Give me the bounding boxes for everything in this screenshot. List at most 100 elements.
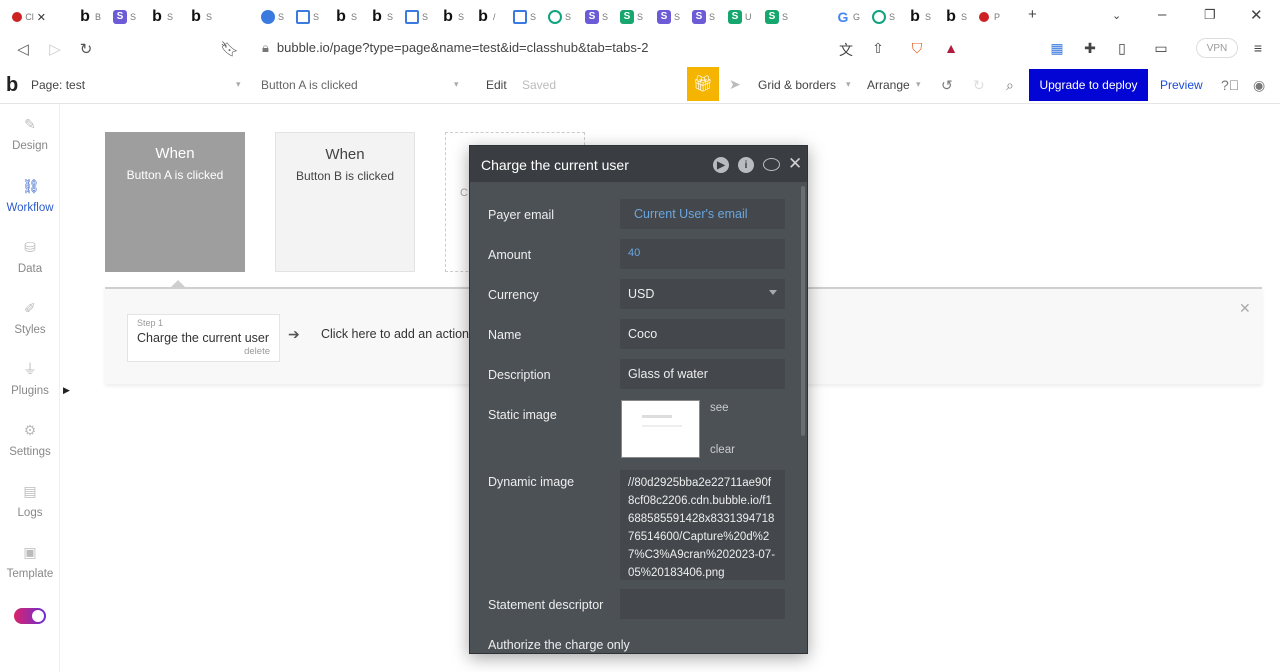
currency-dropdown[interactable]: USD <box>620 279 785 309</box>
sidebar-item-design[interactable]: ✎ Design <box>0 116 60 154</box>
dynamic-image-field[interactable]: //80d2925bba2e22711ae90f8cf08c2206.cdn.b… <box>620 470 785 580</box>
page-caret-icon[interactable]: ▾ <box>236 79 241 90</box>
browser-tab[interactable]: S <box>296 7 330 27</box>
static-image-see-link[interactable]: see <box>710 402 729 414</box>
step-delete-link[interactable]: delete <box>244 346 270 357</box>
info-icon[interactable]: i <box>738 157 754 173</box>
mode-toggle[interactable] <box>14 608 46 624</box>
undo-icon[interactable]: ↺ <box>941 77 953 94</box>
browser-tab[interactable]: SS <box>620 7 654 27</box>
browser-tab[interactable]: S <box>261 7 295 27</box>
bookmark-icon[interactable]: 🔖︎ <box>220 40 239 58</box>
browser-tab[interactable]: Cl ✕ <box>12 7 46 27</box>
step-number: Step 1 <box>137 318 164 328</box>
forward-icon[interactable]: ▷ <box>46 40 64 58</box>
browser-tab[interactable]: SU <box>728 7 762 27</box>
comment-icon[interactable] <box>763 158 780 171</box>
new-tab-button[interactable]: + <box>1028 6 1037 23</box>
window-close-icon[interactable]: ✕ <box>1250 6 1263 24</box>
workflow-caret-icon[interactable]: ▾ <box>454 79 459 90</box>
sidebar-item-workflow[interactable]: ⛓ Workflow <box>0 178 60 216</box>
statement-descriptor-field[interactable] <box>620 589 785 619</box>
upgrade-to-deploy-button[interactable]: Upgrade to deploy <box>1029 69 1148 101</box>
share-icon[interactable]: ⇧ <box>869 40 887 58</box>
extensions-puzzle-icon[interactable]: ✚ <box>1081 40 1099 58</box>
browser-tab[interactable]: SS <box>113 7 147 27</box>
browser-menu-icon[interactable]: ≡ <box>1249 40 1267 58</box>
redo-icon[interactable]: ↻ <box>973 77 985 94</box>
sidebar-item-template[interactable]: ▣ Template <box>0 544 60 582</box>
sidebar-item-plugins[interactable]: ⏚ Plugins <box>0 361 60 399</box>
wallet-icon[interactable]: ▭ <box>1152 40 1170 58</box>
account-icon[interactable]: ◉ <box>1253 77 1265 94</box>
page-selector[interactable]: Page: test <box>31 78 85 92</box>
browser-tab[interactable]: SS <box>585 7 619 27</box>
minimize-icon[interactable]: – <box>1158 6 1166 23</box>
sidebar-expand-icon[interactable]: ▶ <box>63 385 70 396</box>
tab-title: P <box>994 12 1001 22</box>
browser-tab[interactable]: b / <box>476 7 510 27</box>
browser-tab[interactable]: SS <box>765 7 799 27</box>
workflow-selector[interactable]: Button A is clicked <box>261 78 358 92</box>
browser-tab[interactable]: S <box>513 7 547 27</box>
reload-icon[interactable]: ↻ <box>77 40 95 58</box>
editor-scrollbar[interactable] <box>801 186 805 436</box>
browser-tab[interactable]: bS <box>189 7 223 27</box>
gift-icon[interactable]: 🎁︎ <box>687 67 719 101</box>
browser-tab[interactable]: bS <box>908 7 942 27</box>
browser-tab[interactable]: P <box>977 7 1011 27</box>
browser-tab[interactable]: S <box>405 7 439 27</box>
close-tab-icon[interactable]: ✕ <box>37 11 46 24</box>
static-image-thumbnail[interactable] <box>621 400 700 458</box>
browser-tab[interactable]: GG <box>836 7 870 27</box>
sidebar-toggle-icon[interactable]: ▯ <box>1113 40 1131 58</box>
play-icon[interactable]: ▶ <box>713 157 729 173</box>
brave-shield-icon[interactable]: ⛉ <box>908 40 926 58</box>
search-icon[interactable]: ⌕ <box>1006 77 1014 94</box>
editor-close-icon[interactable]: ✕ <box>788 154 802 174</box>
preview-button[interactable]: Preview <box>1160 78 1203 92</box>
browser-tab[interactable]: SS <box>692 7 726 27</box>
help-icon[interactable]: ?⃝ <box>1221 77 1239 93</box>
arrange-caret-icon[interactable]: ▾ <box>916 79 921 90</box>
sidebar-item-settings[interactable]: ⚙ Settings <box>0 422 60 460</box>
translate-icon[interactable]: 文 <box>837 40 855 58</box>
back-icon[interactable]: ◁ <box>14 40 32 58</box>
sidebar-item-styles[interactable]: ✐ Styles <box>0 300 60 338</box>
address-bar[interactable]: 🔒︎ bubble.io/page?type=page&name=test&id=… <box>262 40 648 56</box>
sidebar-item-data[interactable]: ⛁ Data <box>0 239 60 277</box>
edit-menu[interactable]: Edit <box>486 78 507 92</box>
grid-caret-icon[interactable]: ▾ <box>846 79 851 90</box>
description-field[interactable]: Glass of water <box>620 359 785 389</box>
browser-tab[interactable]: bS <box>334 7 368 27</box>
arrange-menu[interactable]: Arrange <box>867 78 910 92</box>
browser-tab[interactable]: bS <box>370 7 404 27</box>
static-image-clear-link[interactable]: clear <box>710 444 735 456</box>
sidebar-item-logs[interactable]: ▤ Logs <box>0 483 60 521</box>
panel-close-icon[interactable]: ✕ <box>1239 300 1251 317</box>
amount-field[interactable]: 40 <box>620 239 785 269</box>
browser-tab[interactable]: bS <box>441 7 475 27</box>
event-card-button-a[interactable]: When Button A is clicked <box>105 132 245 272</box>
grid-borders-menu[interactable]: Grid & borders <box>758 78 836 92</box>
name-field[interactable]: Coco <box>620 319 785 349</box>
event-card-button-b[interactable]: When Button B is clicked <box>275 132 415 272</box>
dropdown-caret-icon <box>769 290 777 295</box>
restore-icon[interactable]: ❐ <box>1204 7 1216 23</box>
tab-title: S <box>602 12 609 22</box>
tab-search-icon[interactable]: ⌄ <box>1112 9 1121 22</box>
brave-rewards-icon[interactable]: ▲ <box>942 40 960 58</box>
vpn-button[interactable]: VPN <box>1196 38 1238 58</box>
extension-table-icon[interactable]: ▦ <box>1048 40 1066 58</box>
add-action-button[interactable]: Click here to add an action <box>321 327 469 341</box>
browser-tab[interactable]: S <box>548 7 582 27</box>
browser-tab[interactable]: bS <box>944 7 978 27</box>
browser-tab[interactable]: bS <box>150 7 184 27</box>
browser-tab[interactable]: S <box>872 7 906 27</box>
step-card[interactable]: Step 1 Charge the current user delete <box>127 314 280 362</box>
cursor-tool-icon[interactable]: ➤ <box>729 76 741 93</box>
payer-email-field[interactable]: Current User's email <box>620 199 785 229</box>
browser-tab[interactable]: SS <box>657 7 691 27</box>
bubble-logo[interactable]: b <box>6 74 18 97</box>
browser-tab[interactable]: bB <box>78 7 112 27</box>
